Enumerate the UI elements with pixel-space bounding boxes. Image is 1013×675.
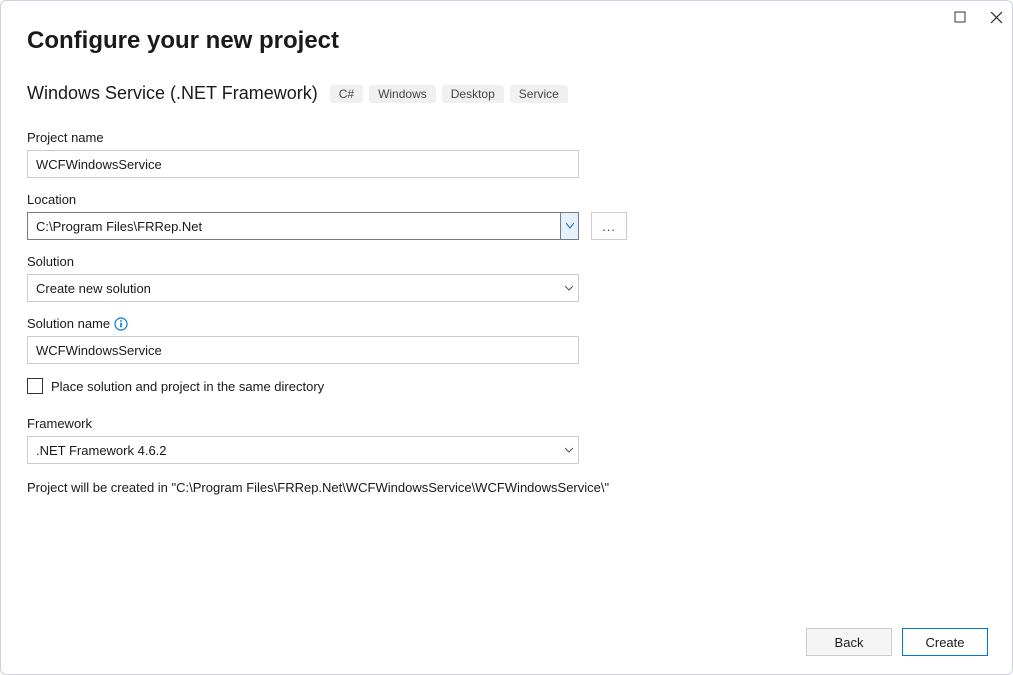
page-title: Configure your new project [27, 27, 986, 55]
browse-button[interactable]: ... [591, 212, 627, 240]
solution-name-group: Solution name [27, 316, 986, 364]
close-icon [990, 11, 1003, 24]
framework-input[interactable] [28, 437, 560, 463]
project-name-group: Project name [27, 130, 986, 178]
maximize-button[interactable] [952, 9, 968, 25]
solution-input[interactable] [28, 275, 560, 301]
template-name: Windows Service (.NET Framework) [27, 83, 318, 104]
tag: Service [510, 85, 568, 103]
location-dropdown-button[interactable] [560, 213, 578, 239]
dialog-footer: Back Create [806, 628, 988, 656]
framework-dropdown-button[interactable] [560, 437, 578, 463]
project-name-input[interactable] [27, 150, 579, 178]
framework-label: Framework [27, 416, 986, 431]
chevron-down-icon [565, 285, 573, 291]
project-path-info: Project will be created in "C:\Program F… [27, 480, 986, 495]
solution-label: Solution [27, 254, 986, 269]
location-input[interactable] [28, 213, 560, 239]
dialog-content: Configure your new project Windows Servi… [1, 1, 1012, 495]
framework-combo[interactable] [27, 436, 579, 464]
create-button[interactable]: Create [902, 628, 988, 656]
window-controls [952, 9, 1004, 25]
same-directory-label: Place solution and project in the same d… [51, 379, 324, 394]
tag: Windows [369, 85, 436, 103]
chevron-down-icon [566, 223, 574, 229]
location-group: Location ... [27, 192, 986, 240]
same-directory-row: Place solution and project in the same d… [27, 378, 986, 394]
solution-dropdown-button[interactable] [560, 275, 578, 301]
back-button[interactable]: Back [806, 628, 892, 656]
template-header-row: Windows Service (.NET Framework) C# Wind… [27, 83, 986, 104]
location-row: ... [27, 212, 986, 240]
solution-combo[interactable] [27, 274, 579, 302]
project-name-label: Project name [27, 130, 986, 145]
solution-group: Solution [27, 254, 986, 302]
solution-name-label-text: Solution name [27, 316, 110, 331]
location-label: Location [27, 192, 986, 207]
tag: C# [330, 85, 363, 103]
solution-name-input[interactable] [27, 336, 579, 364]
info-icon[interactable] [114, 317, 128, 331]
chevron-down-icon [565, 447, 573, 453]
solution-name-label: Solution name [27, 316, 986, 331]
square-icon [954, 11, 966, 23]
location-combo[interactable] [27, 212, 579, 240]
framework-group: Framework [27, 416, 986, 464]
tag: Desktop [442, 85, 504, 103]
template-tags: C# Windows Desktop Service [330, 85, 568, 103]
same-directory-checkbox[interactable] [27, 378, 43, 394]
close-button[interactable] [988, 9, 1004, 25]
